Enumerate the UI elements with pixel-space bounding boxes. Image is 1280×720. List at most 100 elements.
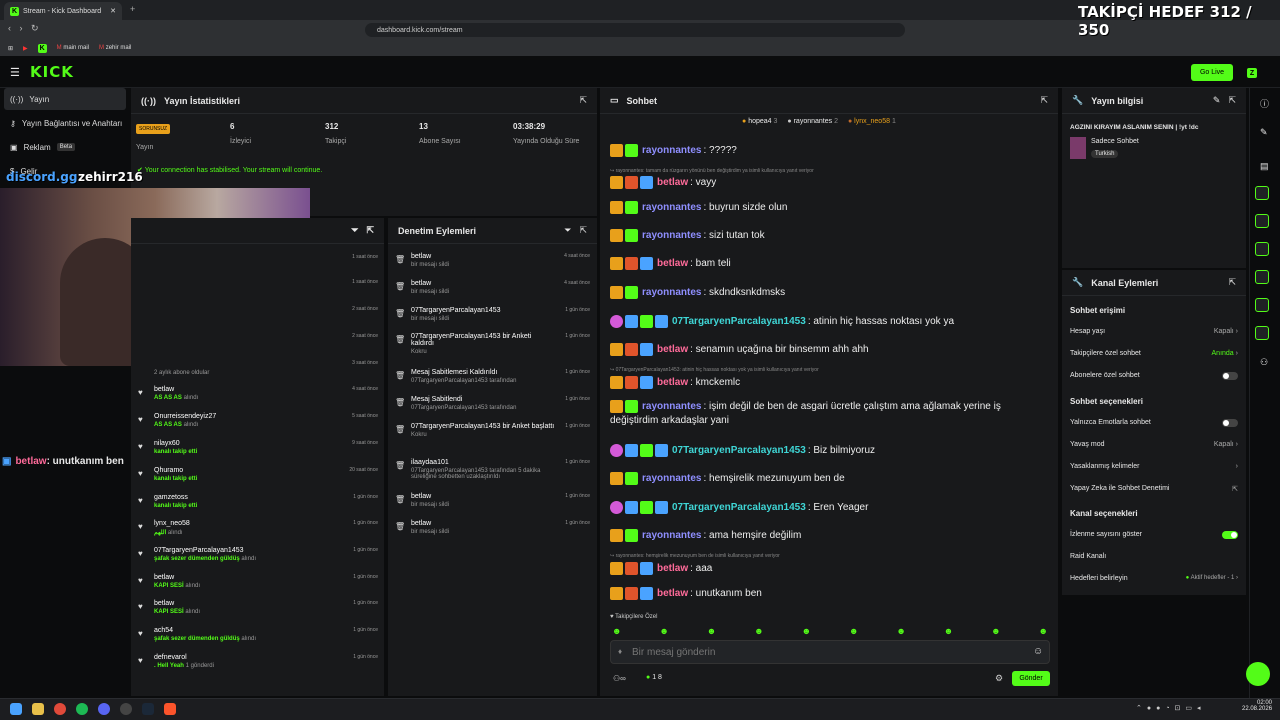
emote-icon[interactable]: ☻: [707, 626, 716, 636]
setting-goals[interactable]: Hedefleri belirleyin ● Aktif hedefler - 1…: [1070, 575, 1238, 582]
sidebar-item-stream-key[interactable]: ⚷ Yayın Bağlantısı ve Anahtarı: [4, 112, 126, 134]
chat-username[interactable]: rayonnantes: [642, 530, 701, 541]
emote-icon[interactable]: ☻: [991, 626, 1000, 636]
gear-icon[interactable]: ⚙: [995, 673, 1003, 684]
chat-message[interactable]: rayonnantes: hemşirelik mezunuyum ben de: [610, 472, 845, 485]
emote-icon[interactable]: ☻: [896, 626, 905, 636]
youtube-icon[interactable]: ▶: [23, 45, 28, 52]
popout-icon[interactable]: ⇱: [579, 225, 587, 236]
setting-raid[interactable]: Raid Kanalı: [1070, 553, 1238, 560]
kick-icon[interactable]: Z: [1247, 68, 1257, 78]
rail-mod-icon[interactable]: [1255, 298, 1269, 312]
sidebar-item-stream[interactable]: ((·)) Yayın: [4, 88, 126, 110]
chat-username[interactable]: rayonnantes: [642, 202, 701, 213]
layout-icon[interactable]: ▤: [1260, 161, 1269, 172]
emote-icon[interactable]: ☻: [612, 626, 621, 636]
popout-icon[interactable]: ⇱: [1040, 95, 1048, 106]
spotify-icon[interactable]: [76, 703, 88, 715]
top-gifter[interactable]: ● hopea4 3: [742, 118, 777, 125]
discord-icon[interactable]: [98, 703, 110, 715]
emote-icon[interactable]: ☻: [659, 626, 668, 636]
steam-icon[interactable]: [142, 703, 154, 715]
chat-message[interactable]: 07TargaryenParcalayan1453: Biz bilmiyoru…: [610, 444, 875, 457]
chat-message[interactable]: betlaw: kmckemlc: [610, 376, 740, 389]
system-tray-icons[interactable]: ⌃●●◔⊡▭◂: [1136, 704, 1206, 712]
chat-message[interactable]: rayonnantes: sizi tutan tok: [610, 229, 765, 242]
rail-chat-icon[interactable]: [1255, 242, 1269, 256]
setting-ai-moderation[interactable]: Yapay Zeka ile Sohbet Denetimi ⇱: [1070, 485, 1238, 493]
emote-icon[interactable]: ☻: [849, 626, 858, 636]
rail-stats-icon[interactable]: [1255, 214, 1269, 228]
chat-username[interactable]: 07TargaryenParcalayan1453: [672, 316, 806, 327]
chat-input[interactable]: [632, 644, 1022, 660]
users-icon[interactable]: ⚇∞: [613, 674, 626, 683]
chat-username[interactable]: betlaw: [657, 377, 688, 388]
rail-wrench-icon[interactable]: [1255, 326, 1269, 340]
kick-bookmark-icon[interactable]: K: [37, 43, 47, 53]
url-input[interactable]: dashboard.kick.com/stream: [365, 23, 905, 37]
chat-username[interactable]: betlaw: [657, 177, 688, 188]
chat-username[interactable]: rayonnantes: [642, 287, 701, 298]
windows-start-icon[interactable]: [10, 703, 22, 715]
rail-lightning-icon[interactable]: [1255, 186, 1269, 200]
new-tab-icon[interactable]: +: [130, 4, 135, 14]
brave-icon[interactable]: [164, 703, 176, 715]
popout-icon[interactable]: ⇱: [1228, 277, 1236, 288]
chrome-icon[interactable]: [54, 703, 66, 715]
bookmark-zehir-mail[interactable]: M zehir mail: [99, 45, 131, 51]
close-icon[interactable]: ✕: [110, 7, 116, 15]
chat-username[interactable]: rayonnantes: [642, 145, 701, 156]
apps-icon[interactable]: ⊞: [8, 45, 13, 52]
chat-message[interactable]: betlaw: vayy: [610, 176, 716, 189]
emoji-icon[interactable]: ☺: [1033, 646, 1043, 657]
popout-icon[interactable]: ⇱: [366, 225, 374, 236]
chat-message[interactable]: betlaw: senamın uçağına bir binsemm ahh …: [610, 343, 869, 356]
chat-message[interactable]: rayonnantes: ama hemşire değilim: [610, 529, 801, 542]
popout-icon[interactable]: ⇱: [579, 95, 587, 106]
users-icon[interactable]: ⚇: [1260, 357, 1268, 368]
bookmark-main-mail[interactable]: M main mail: [57, 45, 89, 51]
sidebar-item-ads[interactable]: ▣ Reklam Beta: [4, 136, 126, 158]
emote-icon[interactable]: ☻: [802, 626, 811, 636]
pen-icon[interactable]: ✎: [1260, 127, 1268, 138]
category-name[interactable]: Sadece Sohbet: [1091, 138, 1139, 145]
chat-message[interactable]: 07TargaryenParcalayan1453: Eren Yeager: [610, 501, 868, 514]
chat-message[interactable]: 07TargaryenParcalayan1453: atinin hiç ha…: [610, 315, 954, 328]
setting-slow-mode[interactable]: Yavaş mod Kapalı ›: [1070, 441, 1238, 448]
subs-chat-toggle[interactable]: [1222, 372, 1238, 380]
emote-only-toggle[interactable]: [1222, 419, 1238, 427]
emote-icon[interactable]: ☻: [754, 626, 763, 636]
file-explorer-icon[interactable]: [32, 703, 44, 715]
chat-message[interactable]: rayonnantes: ?????: [610, 144, 737, 157]
chat-message[interactable]: rayonnantes: buyrun sizde olun: [610, 201, 787, 214]
rail-broadcast-icon[interactable]: [1255, 270, 1269, 284]
chat-username[interactable]: betlaw: [657, 344, 688, 355]
chat-username[interactable]: rayonnantes: [642, 473, 701, 484]
show-viewers-toggle[interactable]: [1222, 531, 1238, 539]
chat-username[interactable]: rayonnantes: [642, 230, 701, 241]
chat-username[interactable]: betlaw: [657, 563, 688, 574]
filter-icon[interactable]: ⏷: [564, 225, 571, 236]
emote-icon[interactable]: ☻: [1039, 626, 1048, 636]
top-gifter[interactable]: ● rayonnantes 2: [787, 118, 838, 125]
support-chat-icon[interactable]: [1246, 662, 1270, 686]
chat-username[interactable]: 07TargaryenParcalayan1453: [672, 445, 806, 456]
nav-arrows-icon[interactable]: ‹ › ↻: [8, 23, 39, 34]
obs-icon[interactable]: [120, 703, 132, 715]
top-gifter[interactable]: ● lynx_neo58 1: [848, 118, 896, 125]
edit-icon[interactable]: ✎: [1213, 95, 1221, 106]
chat-message[interactable]: betlaw: aaa: [610, 562, 712, 575]
chat-message[interactable]: betlaw: unutkanım ben: [610, 587, 762, 600]
chat-message[interactable]: betlaw: bam teli: [610, 257, 731, 270]
menu-icon[interactable]: ☰: [10, 66, 20, 79]
chat-username[interactable]: betlaw: [657, 258, 688, 269]
setting-account-age[interactable]: Hesap yaşı Kapalı ›: [1070, 328, 1238, 335]
popout-icon[interactable]: ⇱: [1228, 95, 1236, 106]
pin-icon[interactable]: ♦: [618, 647, 622, 656]
chat-username[interactable]: rayonnantes: [642, 401, 701, 412]
emote-icon[interactable]: ☻: [944, 626, 953, 636]
go-live-button[interactable]: Go Live: [1191, 64, 1233, 81]
chat-username[interactable]: betlaw: [657, 588, 688, 599]
send-button[interactable]: Gönder: [1012, 671, 1050, 686]
info-icon[interactable]: ⓘ: [1260, 97, 1269, 110]
